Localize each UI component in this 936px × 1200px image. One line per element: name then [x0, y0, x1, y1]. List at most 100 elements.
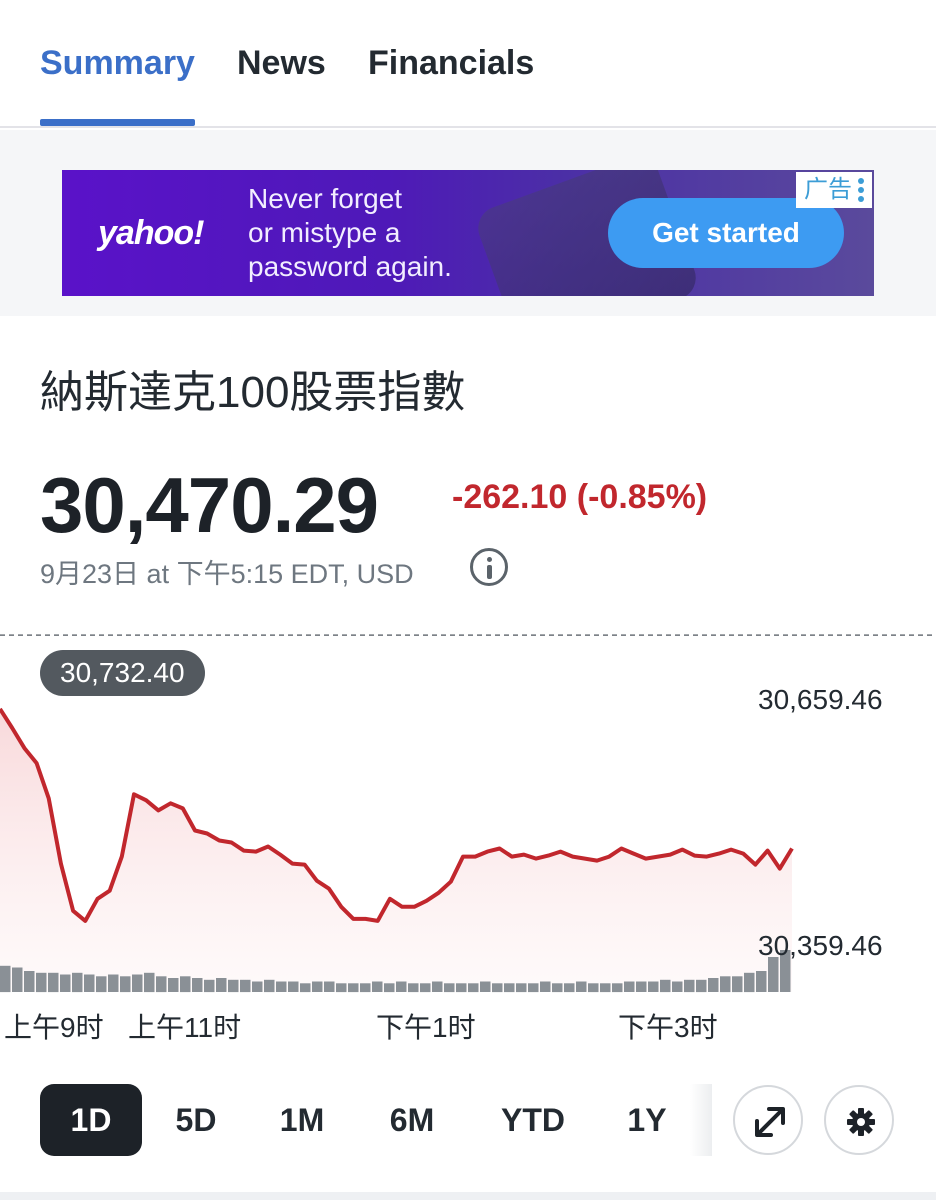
volume-bar	[564, 983, 575, 993]
ad-headline-line: or mistype a	[248, 217, 401, 248]
gear-icon	[847, 1108, 875, 1136]
volume-bar	[288, 981, 299, 992]
x-axis-label: 下午1时	[376, 1012, 476, 1043]
ad-badge[interactable]: 广告	[796, 172, 872, 208]
bottom-divider	[0, 1192, 936, 1200]
volume-bar	[528, 983, 539, 993]
tab-news[interactable]: News	[237, 44, 326, 83]
volume-bar	[372, 981, 383, 992]
volume-bar	[0, 965, 11, 993]
range-scroll-fade	[690, 1084, 712, 1156]
volume-bar	[744, 972, 755, 993]
volume-bar	[768, 957, 779, 992]
y-axis-label-low: 30,359.46	[758, 930, 883, 961]
volume-bar	[480, 981, 491, 992]
volume-bar	[252, 981, 263, 992]
range-1y-button[interactable]: 1Y	[602, 1084, 692, 1156]
volume-bar	[420, 983, 431, 993]
get-started-button[interactable]: Get started	[608, 198, 844, 268]
quote-price: 30,470.29	[40, 461, 379, 549]
volume-bar	[348, 983, 359, 993]
volume-bar	[684, 979, 695, 993]
ad-banner[interactable]: yahoo! Never forget or mistype a passwor…	[62, 170, 874, 296]
volume-bar	[300, 983, 311, 993]
volume-bar	[24, 971, 35, 992]
tab-bar: Summary News Financials	[0, 0, 936, 128]
range-5d-button[interactable]: 5D	[150, 1084, 242, 1156]
volume-bar	[720, 976, 731, 993]
volume-bar	[708, 978, 719, 992]
volume-bar	[468, 983, 479, 993]
info-icon[interactable]	[470, 548, 508, 586]
y-axis-label-high: 30,659.46	[758, 684, 883, 715]
active-tab-indicator	[40, 119, 195, 126]
volume-bar	[732, 976, 743, 993]
volume-bar	[648, 981, 659, 992]
volume-bar	[216, 978, 227, 992]
volume-bar	[276, 981, 287, 992]
range-6m-button[interactable]: 6M	[364, 1084, 460, 1156]
volume-bar	[360, 983, 371, 993]
volume-bar	[324, 981, 335, 992]
volume-bar	[444, 983, 455, 993]
volume-bar	[84, 974, 95, 992]
volume-bar	[264, 979, 275, 993]
volume-bar	[636, 981, 647, 992]
ad-headline-line: Never forget	[248, 183, 403, 214]
volume-bar	[660, 979, 671, 993]
volume-bar	[192, 978, 203, 992]
volume-bar	[120, 976, 131, 993]
tab-summary[interactable]: Summary	[40, 44, 195, 83]
volume-bar	[504, 983, 515, 993]
volume-bar	[408, 983, 419, 993]
volume-bar	[240, 979, 251, 993]
volume-bar	[456, 983, 467, 993]
x-axis-label: 上午9时	[4, 1012, 104, 1043]
ad-container: yahoo! Never forget or mistype a passwor…	[0, 130, 936, 316]
previous-close-label: 30,732.40	[40, 650, 205, 696]
quote-timestamp: 9月23日 at 下午5:15 EDT, USD	[40, 559, 414, 589]
volume-bar	[60, 974, 71, 992]
x-axis-label: 上午11时	[128, 1012, 242, 1043]
ad-badge-label: 广告	[804, 176, 852, 203]
volume-bar	[336, 983, 347, 993]
volume-bar	[156, 976, 167, 993]
range-1d-button[interactable]: 1D	[40, 1084, 142, 1156]
range-ytd-button[interactable]: YTD	[484, 1084, 582, 1156]
expand-arrows-icon	[755, 1107, 785, 1137]
volume-bar	[552, 983, 563, 993]
volume-bar	[228, 979, 239, 993]
volume-bar	[132, 974, 143, 992]
volume-bar	[144, 972, 155, 993]
volume-bar	[48, 972, 59, 993]
range-selector: 1D 5D 1M 6M YTD 1Y	[0, 1080, 936, 1160]
tab-financials[interactable]: Financials	[368, 44, 534, 83]
volume-bar	[168, 978, 179, 992]
ad-headline-line: password again.	[248, 251, 452, 282]
volume-bar	[576, 981, 587, 992]
volume-bar	[96, 976, 107, 993]
volume-bar	[180, 976, 191, 993]
volume-bar	[36, 972, 47, 993]
range-1m-button[interactable]: 1M	[256, 1084, 348, 1156]
volume-bar	[612, 983, 623, 993]
volume-bar	[108, 974, 119, 992]
vertical-dots-icon[interactable]	[858, 178, 864, 202]
volume-bar	[432, 981, 443, 992]
expand-chart-button[interactable]	[733, 1085, 803, 1155]
volume-bar	[516, 983, 527, 993]
volume-bar	[696, 979, 707, 993]
volume-bar	[540, 981, 551, 992]
volume-bar	[312, 981, 323, 992]
volume-bar	[756, 971, 767, 992]
volume-bar	[588, 983, 599, 993]
volume-bar	[672, 981, 683, 992]
chart-settings-button[interactable]	[824, 1085, 894, 1155]
volume-bar	[624, 981, 635, 992]
volume-bar	[204, 979, 215, 993]
volume-bar	[492, 983, 503, 993]
volume-bar	[384, 983, 395, 993]
quote-change: -262.10 (-0.85%)	[452, 478, 708, 516]
yahoo-logo: yahoo!	[98, 214, 204, 252]
volume-bar	[600, 983, 611, 993]
